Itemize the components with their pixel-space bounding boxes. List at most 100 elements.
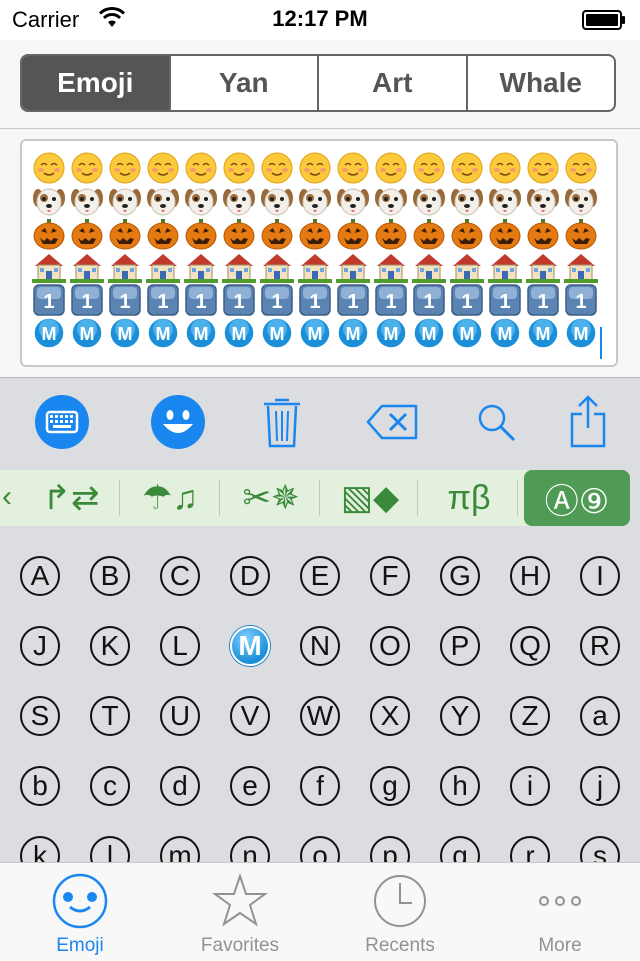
svg-text:M: M [308, 324, 323, 344]
key-circled-c[interactable]: c [90, 766, 130, 806]
keyboard-button[interactable] [32, 392, 92, 452]
key-circled-F[interactable]: F [370, 556, 410, 596]
key-circled-Z[interactable]: Z [510, 696, 550, 736]
key-circled-K[interactable]: K [90, 626, 130, 666]
segment-art[interactable]: Art [317, 56, 466, 110]
jack-o-lantern-emoji [298, 217, 332, 251]
search-button[interactable] [466, 392, 526, 452]
key-circled-r[interactable]: r [510, 836, 550, 862]
key-circled-E[interactable]: E [300, 556, 340, 596]
partial-category-icon: ‹ [2, 480, 12, 513]
tab-favorites[interactable]: Favorites [160, 863, 320, 961]
dog-face-emoji [412, 184, 446, 218]
segment-emoji[interactable]: Emoji [22, 56, 169, 110]
share-button[interactable] [558, 392, 618, 452]
key-circled-k[interactable]: k [20, 836, 60, 862]
key-circled-f[interactable]: f [300, 766, 340, 806]
key-circled-V[interactable]: V [230, 696, 270, 736]
tab-recents[interactable]: Recents [320, 863, 480, 961]
key-circled-i[interactable]: i [510, 766, 550, 806]
key-circled-S[interactable]: S [20, 696, 60, 736]
svg-text:1: 1 [271, 291, 282, 313]
key-circled-J[interactable]: J [20, 626, 60, 666]
jack-o-lantern-emoji [260, 217, 294, 251]
svg-text:M: M [156, 324, 171, 344]
category-tab-4[interactable]: ▧◆ [322, 470, 418, 526]
key-circled-n[interactable]: n [230, 836, 270, 862]
key-circled-O[interactable]: O [370, 626, 410, 666]
character-grid: ABCDEFGHI JKLMNOPQR STUVWXYZa bcdefghij k l m n… [0, 530, 640, 862]
key-circled-Q[interactable]: Q [510, 626, 550, 666]
circled-M-emoji: M [298, 316, 332, 350]
emoji-row: MMMMMMMMMMMMMMM [32, 316, 602, 352]
key-circled-X[interactable]: X [370, 696, 410, 736]
key-circled-e[interactable]: e [230, 766, 270, 806]
emoji-face-button[interactable] [148, 392, 208, 452]
key-circled-T[interactable]: T [90, 696, 130, 736]
key-circled-C[interactable]: C [160, 556, 200, 596]
keycap-1-emoji: 1 [298, 283, 332, 317]
category-tab-1[interactable]: ↱⇄ [22, 470, 120, 526]
key-circled-L[interactable]: L [160, 626, 200, 666]
trash-button[interactable] [252, 392, 312, 452]
key-circled-R[interactable]: R [580, 626, 620, 666]
svg-text:M: M [536, 324, 551, 344]
dog-face-emoji [488, 184, 522, 218]
key-circled-A[interactable]: A [20, 556, 60, 596]
category-tab-3[interactable]: ✂✵ [222, 470, 320, 526]
emoji-row [32, 151, 602, 187]
keyboard-icon [35, 395, 89, 449]
key-circled-G[interactable]: G [440, 556, 480, 596]
key-circled-W[interactable]: W [300, 696, 340, 736]
circled-M-emoji: M [70, 316, 104, 350]
svg-text:M: M [422, 324, 437, 344]
segment-yan[interactable]: Yan [168, 56, 318, 110]
dog-face-emoji [260, 184, 294, 218]
circled-M-emoji: M [146, 316, 180, 350]
star-icon [212, 873, 268, 927]
house-emoji [32, 250, 66, 284]
key-circled-a[interactable]: a [580, 696, 620, 736]
jack-o-lantern-emoji [526, 217, 560, 251]
keycap-1-emoji: 1 [488, 283, 522, 317]
key-circled-o[interactable]: o [300, 836, 340, 862]
segment-whale[interactable]: Whale [465, 56, 615, 110]
svg-text:1: 1 [575, 291, 586, 313]
key-circled-d[interactable]: d [160, 766, 200, 806]
keycap-1-emoji: 1 [32, 283, 66, 317]
key-circled-p[interactable]: p [370, 836, 410, 862]
status-time: 12:17 PM [272, 6, 368, 31]
key-circled-b[interactable]: b [20, 766, 60, 806]
key-circled-I[interactable]: I [580, 556, 620, 596]
key-circled-U[interactable]: U [160, 696, 200, 736]
category-tab-2[interactable]: ☂♫ [120, 470, 220, 526]
key-circled-P[interactable]: P [440, 626, 480, 666]
key-circled-q[interactable]: q [440, 836, 480, 862]
tab-more[interactable]: More [480, 863, 640, 961]
key-circled-s[interactable]: s [580, 836, 620, 862]
key-circled-g[interactable]: g [370, 766, 410, 806]
key-circled-m[interactable]: m [160, 836, 200, 862]
category-tab-6[interactable]: Ⓐ⑨ [524, 470, 630, 526]
key-circled-N[interactable]: N [300, 626, 340, 666]
share-icon [570, 395, 606, 448]
tab-label: Recents [365, 935, 435, 956]
circled-M-emoji: M [374, 316, 408, 350]
key-circled-B[interactable]: B [90, 556, 130, 596]
key-circled-M[interactable]: M [230, 626, 270, 666]
smiley-icon [151, 395, 205, 449]
emoji-text-area[interactable]: 1 1 1 1 1 1 1 1 1 1 1 1 1 1 1 M M M M M M M M M M M M M M M [20, 139, 618, 367]
key-circled-j[interactable]: j [580, 766, 620, 806]
dog-face-emoji [564, 184, 598, 218]
svg-text:1: 1 [119, 291, 130, 313]
tab-emoji[interactable]: Emoji [0, 863, 160, 961]
key-circled-D[interactable]: D [230, 556, 270, 596]
key-circled-Y[interactable]: Y [440, 696, 480, 736]
clock-icon [374, 875, 426, 927]
key-circled-H[interactable]: H [510, 556, 550, 596]
key-circled-l[interactable]: l [90, 836, 130, 862]
key-circled-h[interactable]: h [440, 766, 480, 806]
delete-button[interactable] [362, 392, 422, 452]
category-tab-5[interactable]: πβ [420, 470, 518, 526]
jack-o-lantern-emoji [450, 217, 484, 251]
